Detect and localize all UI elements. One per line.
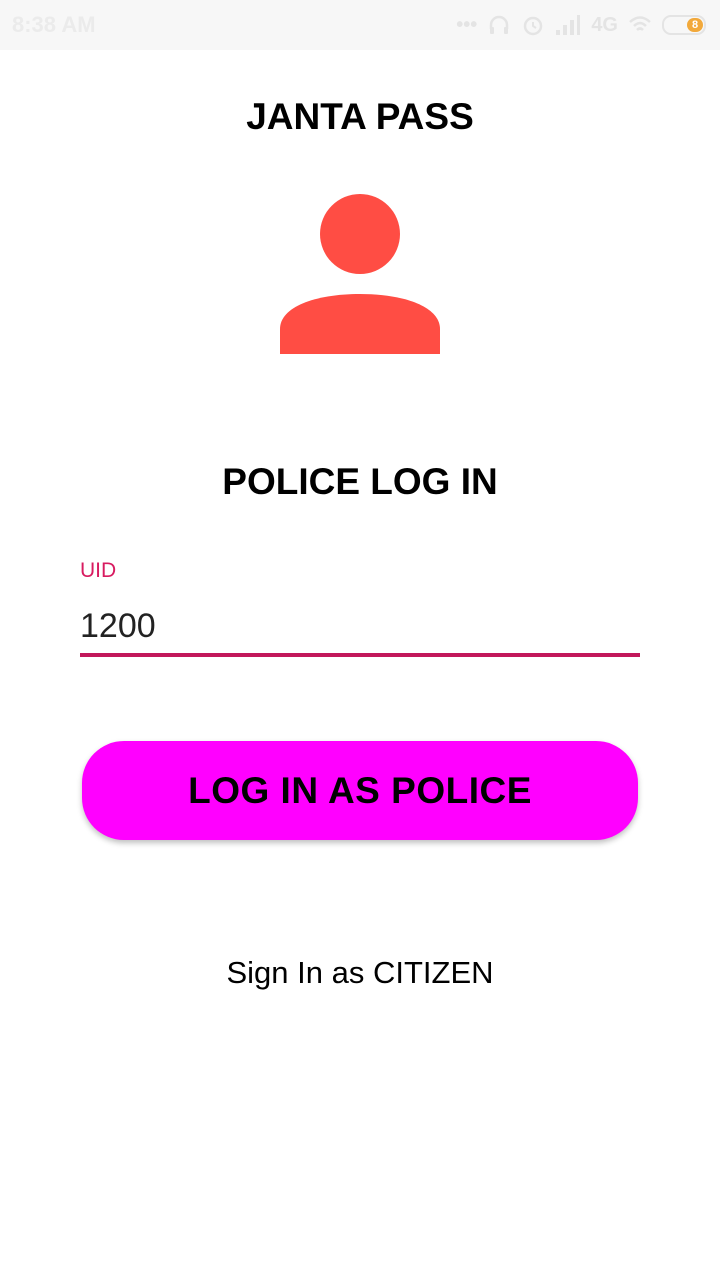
sign-in-as-citizen-link[interactable]: Sign In as CITIZEN xyxy=(0,955,720,991)
status-icons: ••• 4G 8 xyxy=(456,10,706,40)
signal-icon xyxy=(555,14,581,36)
battery-level: 8 xyxy=(687,18,703,32)
login-heading: POLICE LOG IN xyxy=(222,461,498,502)
battery-icon: 8 xyxy=(662,15,706,35)
login-as-police-button[interactable]: LOG IN AS POLICE xyxy=(82,741,638,840)
app-title: JANTA PASS xyxy=(246,96,474,137)
alarm-icon xyxy=(521,13,545,37)
uid-label: UID xyxy=(80,559,117,582)
status-bar: 8:38 AM ••• 4G 8 xyxy=(0,0,720,50)
uid-input[interactable] xyxy=(80,600,640,652)
wifi-icon xyxy=(628,14,652,36)
uid-underline xyxy=(80,653,640,657)
person-icon xyxy=(279,193,441,355)
headphones-icon xyxy=(487,13,511,37)
network-4g-icon: 4G xyxy=(591,13,618,36)
dots-icon: ••• xyxy=(456,13,478,36)
status-time: 8:38 AM xyxy=(12,12,96,37)
